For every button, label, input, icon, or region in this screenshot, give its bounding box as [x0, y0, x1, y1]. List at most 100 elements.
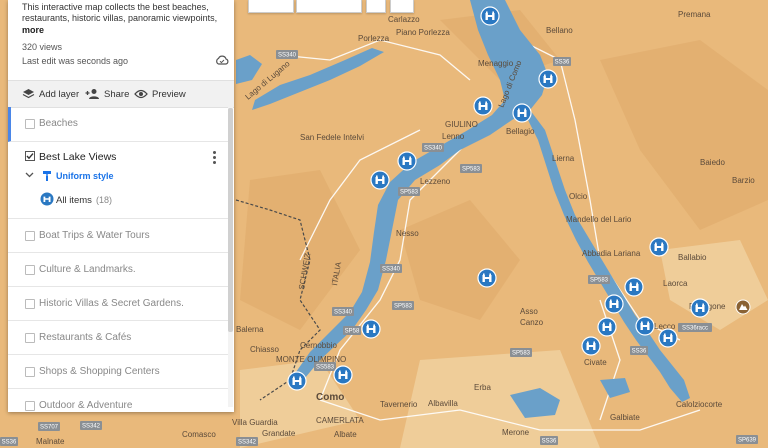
place-barzio: Barzio	[732, 176, 755, 185]
binoculars-icon[interactable]	[690, 298, 710, 318]
map-legend-panel: This interactive map collects the best b…	[8, 0, 234, 412]
road-label: SS36	[542, 439, 557, 445]
road-label: SS342	[238, 440, 257, 446]
place-merone: Merone	[502, 428, 530, 437]
mountain-icon[interactable]	[735, 299, 751, 315]
road-label: SS707	[40, 425, 59, 431]
layer-name: Boat Trips & Water Tours	[39, 230, 150, 241]
place-carlazzo: Carlazzo	[388, 15, 420, 24]
place-porlezza: Porlezza	[358, 34, 390, 43]
layer-checkbox[interactable]	[25, 265, 35, 275]
binoculars-icon[interactable]	[370, 170, 390, 190]
binoculars-icon[interactable]	[581, 336, 601, 356]
place-nesso: Nesso	[396, 229, 419, 238]
place-premana: Premana	[678, 10, 711, 19]
layer-name: Historic Villas & Secret Gardens.	[39, 298, 184, 309]
place-chiasso: Chiasso	[250, 345, 279, 354]
cloud-icon	[216, 55, 229, 65]
binoculars-icon[interactable]	[512, 103, 532, 123]
road-label: SS340	[424, 146, 443, 152]
place-albate: Albate	[334, 430, 357, 439]
all-items-label[interactable]: All items	[56, 195, 92, 206]
place-bellano: Bellano	[546, 26, 573, 35]
layer-boat-trips[interactable]: Boat Trips & Water Tours	[8, 218, 228, 253]
layer-name: Beaches	[39, 118, 78, 129]
layer-checkbox[interactable]	[25, 333, 35, 343]
road-label: SP583	[512, 351, 531, 357]
layer-best-lake-views[interactable]: Best Lake Views Uniform style All items …	[8, 141, 228, 219]
binoculars-icon[interactable]	[477, 268, 497, 288]
directions-tool[interactable]	[366, 0, 386, 13]
layer-villas[interactable]: Historic Villas & Secret Gardens.	[8, 286, 228, 321]
binoculars-icon[interactable]	[333, 365, 353, 385]
layer-checkbox[interactable]	[25, 299, 35, 309]
place-giulino: GIULINO	[445, 120, 478, 129]
place-san-fedele: San Fedele Intelvi	[300, 133, 364, 142]
place-lezzeno: Lezzeno	[420, 177, 451, 186]
checkbox-checked-icon[interactable]	[25, 151, 35, 161]
layer-name: Culture & Landmarks.	[39, 264, 136, 275]
uniform-style-link[interactable]: Uniform style	[56, 171, 114, 181]
undo-redo-controls[interactable]	[248, 0, 294, 13]
layer-checkbox[interactable]	[25, 119, 35, 129]
place-baiedo: Baiedo	[700, 158, 725, 167]
layer-checkbox[interactable]	[25, 231, 35, 241]
place-asso: Asso	[520, 307, 538, 316]
binoculars-icon[interactable]	[287, 371, 307, 391]
binoculars-icon[interactable]	[624, 277, 644, 297]
binoculars-icon[interactable]	[480, 6, 500, 26]
place-cernobbio: Cernobbio	[300, 341, 337, 350]
road-label: SP583	[394, 304, 413, 310]
paint-roller-icon[interactable]	[42, 170, 52, 182]
road-label: SS340	[382, 267, 401, 273]
place-erba: Erba	[474, 383, 491, 392]
ruler-tool[interactable]	[390, 0, 414, 13]
add-layer-button[interactable]: Add layer	[22, 81, 79, 107]
road-label: SP583	[462, 167, 481, 173]
preview-label: Preview	[152, 88, 186, 100]
binoculars-icon	[40, 192, 54, 206]
more-link[interactable]: more	[22, 25, 44, 35]
panel-scrollbar-thumb[interactable]	[228, 108, 233, 332]
share-button[interactable]: Share	[85, 81, 129, 107]
place-bellagio: Bellagio	[506, 127, 535, 136]
preview-button[interactable]: Preview	[134, 81, 186, 107]
layer-culture[interactable]: Culture & Landmarks.	[8, 252, 228, 287]
binoculars-icon[interactable]	[658, 328, 678, 348]
binoculars-icon[interactable]	[397, 151, 417, 171]
place-lierna: Lierna	[552, 154, 575, 163]
road-label: SS36	[555, 60, 570, 66]
place-canzo: Canzo	[520, 318, 544, 327]
road-label: SS36	[632, 349, 647, 355]
binoculars-icon[interactable]	[604, 294, 624, 314]
place-ballabio: Ballabio	[678, 253, 707, 262]
binoculars-icon[interactable]	[538, 69, 558, 89]
layer-outdoor[interactable]: Outdoor & Adventure	[8, 388, 228, 412]
binoculars-icon[interactable]	[649, 237, 669, 257]
place-abbadia: Abbadia Lariana	[582, 249, 641, 258]
binoculars-icon[interactable]	[473, 96, 493, 116]
view-count: 320 views	[22, 42, 63, 52]
place-camerlata: CAMERLATA	[316, 416, 364, 425]
place-calolziocorte: Calolziocorte	[676, 400, 723, 409]
layer-checkbox[interactable]	[25, 367, 35, 377]
layer-checkbox[interactable]	[25, 401, 35, 411]
place-laorca: Laorca	[663, 279, 688, 288]
layer-name: Outdoor & Adventure	[39, 400, 133, 411]
layer-shops[interactable]: Shops & Shopping Centers	[8, 354, 228, 389]
layer-beaches[interactable]: Beaches	[8, 107, 231, 142]
layer-restaurants[interactable]: Restaurants & Cafés	[8, 320, 228, 355]
more-options-icon[interactable]	[213, 151, 216, 164]
binoculars-icon[interactable]	[597, 317, 617, 337]
drawing-tools[interactable]	[296, 0, 362, 13]
binoculars-icon[interactable]	[361, 319, 381, 339]
share-label: Share	[104, 88, 130, 100]
road-label: SP583	[400, 190, 419, 196]
layer-name: Shops & Shopping Centers	[39, 366, 160, 377]
binoculars-icon[interactable]	[635, 316, 655, 336]
chevron-down-icon[interactable]	[25, 172, 34, 178]
road-label: SS340	[334, 310, 353, 316]
add-layer-label: Add layer	[39, 88, 80, 100]
place-menaggio: Menaggio	[478, 59, 514, 68]
place-grandate: Grandate	[262, 429, 296, 438]
